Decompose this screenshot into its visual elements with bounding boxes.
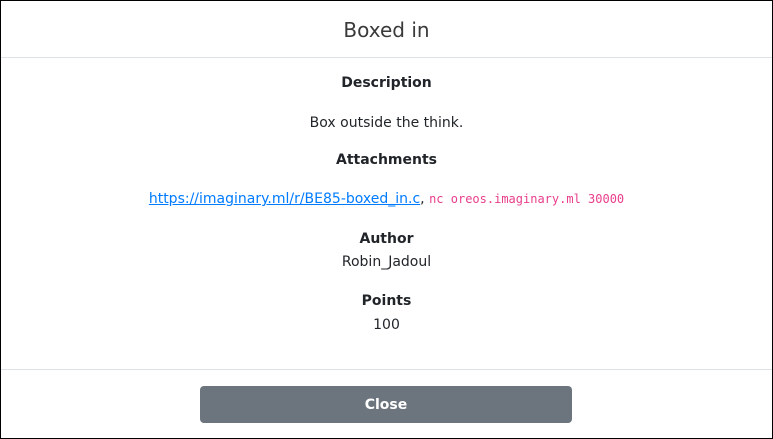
attachment-separator: , [420,191,425,207]
attachment-command: nc oreos.imaginary.ml 30000 [429,192,625,206]
attachments-line: https://imaginary.ml/r/BE85-boxed_in.c, … [1,191,772,207]
author-value: Robin_Jadoul [341,254,432,270]
description-text: Box outside the think. [309,115,464,131]
modal-header: Boxed in [1,1,772,58]
modal-footer: Close [1,369,772,439]
modal-body: Description Box outside the think. Attac… [1,58,772,369]
attachments-label: Attachments [335,152,437,168]
points-label: Points [361,293,412,309]
author-label: Author [359,231,414,247]
description-label: Description [341,75,432,91]
close-button[interactable]: Close [200,386,572,423]
modal-title: Boxed in [343,18,430,42]
points-value: 100 [373,317,400,333]
challenge-modal: Boxed in Description Box outside the thi… [0,0,773,439]
attachment-link[interactable]: https://imaginary.ml/r/BE85-boxed_in.c [149,191,420,207]
